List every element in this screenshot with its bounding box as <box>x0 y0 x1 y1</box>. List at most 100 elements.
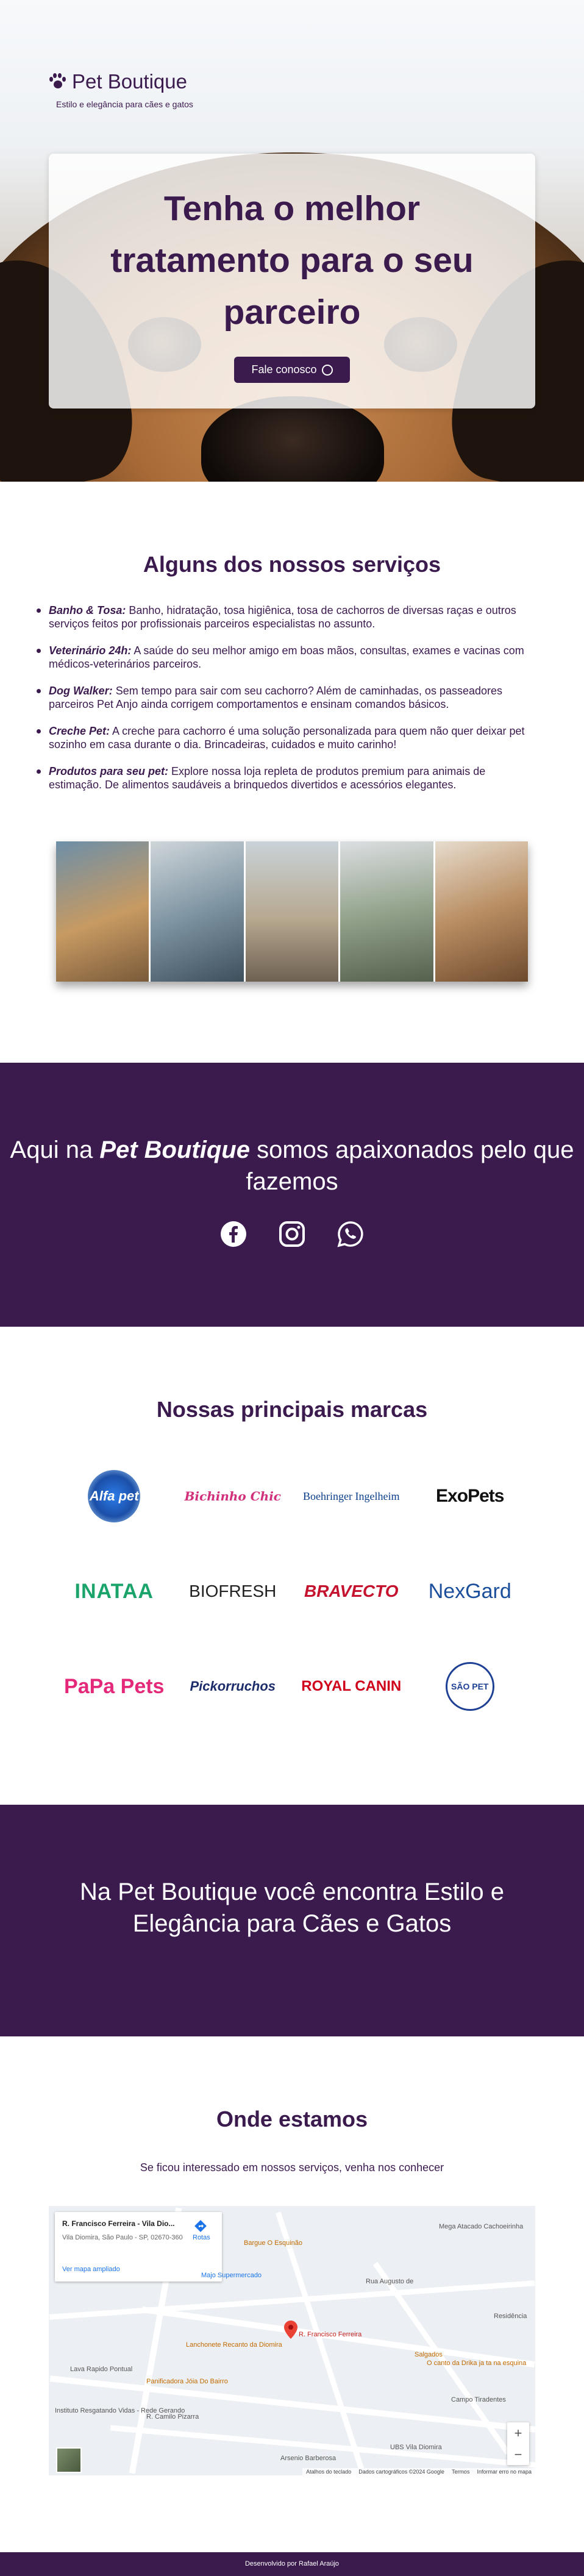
service-item: Veterinário 24h: A saúde do seu melhor a… <box>37 644 536 671</box>
zoom-in-button[interactable]: + <box>507 2422 529 2444</box>
map-label: Lava Rapido Pontual <box>70 2366 133 2373</box>
brands-grid: Alfa pet Bichinho Chic Boehringer Ingelh… <box>55 1467 529 1716</box>
services-section: Alguns dos nossos serviços Banho & Tosa:… <box>0 482 584 1061</box>
brand-pickorruchos: Pickorruchos <box>190 1679 276 1694</box>
service-item: Banho & Tosa: Banho, hidratação, tosa hi… <box>37 604 536 630</box>
brand-logo: ROYAL CANIN <box>292 1657 411 1716</box>
social-links <box>0 1220 584 1248</box>
brands-title: Nossas principais marcas <box>156 1397 428 1422</box>
brand-inataa: INATAA <box>74 1579 154 1603</box>
services-list: Banho & Tosa: Banho, hidratação, tosa hi… <box>37 604 536 805</box>
map-label: Mega Atacado Cachoeirinha <box>439 2223 524 2230</box>
brand-alfapet: Alfa pet <box>88 1470 141 1522</box>
brand-logo: SÃO PET <box>411 1657 530 1716</box>
logo[interactable]: Pet Boutique <box>49 70 187 93</box>
map-label: Panificadora Jóia Do Bairro <box>146 2378 228 2385</box>
map-pin-icon[interactable] <box>284 2321 297 2339</box>
whatsapp-icon[interactable] <box>337 1220 365 1248</box>
gallery-photo-bath <box>56 841 151 982</box>
brand-tagline: Estilo e elegância para cães e gatos <box>56 99 193 109</box>
map-place-address: Vila Diomira, São Paulo - SP, 02670-360 <box>62 2234 183 2241</box>
footer-credit: Desenvolvido por Rafael Araújo <box>244 2560 340 2567</box>
brand-logo: INATAA <box>55 1562 174 1621</box>
map-label: Salgados <box>415 2351 443 2358</box>
hero-card: Tenha o melhor tratamento para o seu par… <box>49 154 535 409</box>
zoom-out-button[interactable]: − <box>507 2444 529 2465</box>
passion-brand: Pet Boutique <box>99 1136 250 1163</box>
brand-biofresh: BIOFRESH <box>189 1582 277 1600</box>
instagram-icon[interactable] <box>278 1220 306 1248</box>
services-title: Alguns dos nossos serviços <box>143 552 441 577</box>
brand-logo: Pickorruchos <box>174 1657 293 1716</box>
map-place-title: R. Francisco Ferreira - Vila Dio... <box>62 2219 175 2228</box>
brand-papapets: PaPa Pets <box>64 1674 165 1698</box>
passion-banner: Aqui na Pet Boutique somos apaixonados p… <box>0 1063 584 1327</box>
brand-bravecto: BRAVECTO <box>304 1582 399 1600</box>
service-name: Produtos para seu pet: <box>49 765 169 777</box>
location-title: Onde estamos <box>216 2107 368 2132</box>
map-zoom-controls: + − <box>507 2422 529 2465</box>
map-label: Bargue O Esquinão <box>244 2239 303 2247</box>
service-name: Creche Pet: <box>49 725 110 737</box>
facebook-icon[interactable] <box>219 1220 247 1248</box>
hero-title: Tenha o melhor tratamento para o seu par… <box>110 189 474 332</box>
whatsapp-icon <box>321 364 333 376</box>
service-desc: Sem tempo para sair com seu cachorro? Al… <box>49 685 503 710</box>
brand-logo: Bichinho Chic <box>174 1467 293 1525</box>
brand-logo: ExoPets <box>411 1467 530 1525</box>
passion-text: Aqui na Pet Boutique somos apaixonados p… <box>0 1134 584 1197</box>
service-name: Banho & Tosa: <box>49 604 126 616</box>
brand-logo: BRAVECTO <box>292 1562 411 1621</box>
gallery-photo-vet <box>151 841 246 982</box>
brand-logo: PaPa Pets <box>55 1657 174 1716</box>
map-label: Arsenio Barberosa <box>280 2455 337 2462</box>
gallery-photo-daycare <box>340 841 435 982</box>
directions-icon[interactable] <box>194 2219 207 2233</box>
service-item: Dog Walker: Sem tempo para sair com seu … <box>37 684 536 711</box>
map-label: Residência <box>494 2313 527 2320</box>
map-info-card: R. Francisco Ferreira - Vila Dio... Vila… <box>55 2212 222 2282</box>
brand-nexgard: NexGard <box>428 1579 511 1603</box>
attribution-item[interactable]: Termos <box>452 2469 470 2475</box>
map-label: R. Camilo Pizarra <box>146 2413 199 2421</box>
location-section: Onde estamos Se ficou interessado em nos… <box>0 2036 584 2552</box>
service-item: Creche Pet: A creche para cachorro é uma… <box>37 724 536 751</box>
passion-text-before: Aqui na <box>10 1136 100 1163</box>
attribution-item[interactable]: Informar erro no mapa <box>477 2469 532 2475</box>
satellite-toggle[interactable] <box>56 2447 82 2473</box>
brand-logo: Boehringer Ingelheim <box>292 1467 411 1525</box>
google-map[interactable]: R. Francisco Ferreira - Vila Dio... Vila… <box>49 2206 535 2475</box>
brand-sao-pet: SÃO PET <box>445 1662 494 1711</box>
map-label: UBS Vila Diomira <box>390 2444 442 2451</box>
larger-map-link[interactable]: Ver mapa ampliado <box>62 2266 120 2273</box>
brand-boehringer: Boehringer Ingelheim <box>303 1490 400 1502</box>
map-label: R. Francisco Ferreira <box>299 2331 362 2338</box>
services-gallery <box>56 841 529 982</box>
service-name: Veterinário 24h: <box>49 644 132 657</box>
location-subtitle: Se ficou interessado em nossos serviços,… <box>140 2161 444 2174</box>
elegance-banner: Na Pet Boutique você encontra Estilo e E… <box>0 1805 584 2036</box>
map-label: O canto da Drika ja ta na esquina <box>427 2360 527 2367</box>
service-name: Dog Walker: <box>49 685 113 697</box>
map-attribution: Atalhos do teclado Dados cartográficos ©… <box>302 2468 535 2475</box>
attribution-item: Dados cartográficos ©2024 Google <box>358 2469 444 2475</box>
brand-name: Pet Boutique <box>72 70 187 93</box>
brand-logo: BIOFRESH <box>174 1562 293 1621</box>
brand-logo: Alfa pet <box>55 1467 174 1525</box>
brand-bichinho-chic: Bichinho Chic <box>184 1489 281 1504</box>
footer: Desenvolvido por Rafael Araújo <box>0 2552 584 2576</box>
passion-text-after: somos apaixonados pelo que fazemos <box>246 1136 574 1195</box>
service-desc: A creche para cachorro é uma solução per… <box>49 725 525 751</box>
map-label: Majo Supermercado <box>201 2272 262 2279</box>
map-label: Lanchonete Recanto da Diomira <box>186 2341 282 2349</box>
contact-button[interactable]: Fale conosco <box>234 357 350 383</box>
map-label: Campo Tiradentes <box>451 2396 506 2403</box>
elegance-text: Na Pet Boutique você encontra Estilo e E… <box>80 1878 504 1937</box>
brand-logo: NexGard <box>411 1562 530 1621</box>
attribution-item[interactable]: Atalhos do teclado <box>306 2469 351 2475</box>
contact-button-label: Fale conosco <box>251 363 317 376</box>
map-label: Rua Augusto de <box>366 2278 414 2285</box>
service-item: Produtos para seu pet: Explore nossa loj… <box>37 765 536 791</box>
gallery-photo-products <box>435 841 529 982</box>
directions-link[interactable]: Rotas <box>193 2234 210 2241</box>
